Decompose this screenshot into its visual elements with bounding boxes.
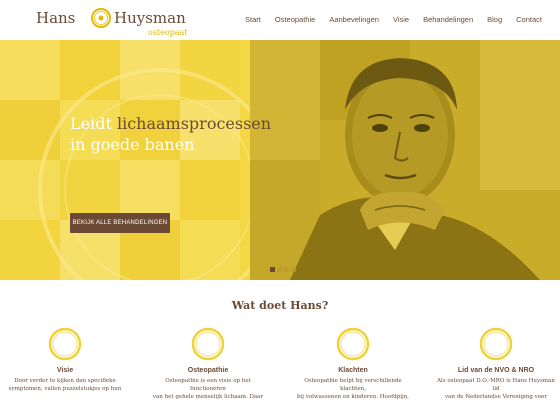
service-text: Door verder te kijken dan specifieke sym… [5,377,125,393]
service-text-line: Osteopathie is een visie op het function… [165,378,251,392]
service-text-line: Als osteopaat D.O.-MRO is Hans Huysman l… [437,378,555,392]
nav-item-osteopathie[interactable]: Osteopathie [275,15,315,24]
service-text-line: van het gehele menselijk lichaam. Daar [152,394,264,400]
logo-last-name: Huysman [114,9,186,27]
hero-headline-highlight: lichaamsprocessen [116,114,272,133]
logo-subtitle: osteopaat [148,28,188,37]
hero-headline-part1: Leidt [70,114,117,133]
nav-item-behandelingen[interactable]: Behandelingen [423,15,473,24]
service-text-line: Osteopathie helpt bij verschillende klac… [304,378,402,392]
hero-headline-line2: in goede banen [70,135,195,154]
service-text-line: symptomen, vallen puzzelstukjes op hun [8,386,122,392]
hero-portrait-photo [250,40,560,280]
service-title: Klachten [338,367,368,374]
slider-dot-4[interactable] [291,267,296,272]
hero-slider: Leidt lichaamsprocessen in goede banen B… [0,40,560,280]
services-columns: Visie Door verder te kijken dan specifie… [0,325,560,404]
service-text-line: bij volwassenen en kinderen. Hoofdpijn, [296,394,409,400]
service-text: Osteopathie is een visie op het function… [148,377,268,401]
nav-item-visie[interactable]: Visie [393,15,409,24]
service-text: Osteopathie helpt bij verschillende klac… [293,377,413,401]
circle-icon [191,327,225,361]
service-column-visie: Visie Door verder te kijken dan specifie… [5,325,125,393]
service-text: Als osteopaat D.O.-MRO is Hans Huysman l… [436,377,556,401]
slider-dot-2[interactable] [277,267,282,272]
site-header: Hans Huysman osteopaat Start Osteopathie… [0,0,560,40]
service-title: Lid van de NVO & NRO [457,367,535,374]
nav-item-contact[interactable]: Contact [516,15,542,24]
circle-icon [48,327,82,361]
service-column-osteopathie: Osteopathie Osteopathie is een visie op … [148,325,268,401]
nav-item-start[interactable]: Start [245,15,261,24]
nav-item-aanbevelingen[interactable]: Aanbevelingen [329,15,379,24]
page: Hans Huysman osteopaat Start Osteopathie… [0,0,560,404]
service-text-line: Door verder te kijken dan specifieke [14,378,116,384]
main-nav: Start Osteopathie Aanbevelingen Visie Be… [245,15,542,24]
circle-icon [336,327,370,361]
logo-first-name: Hans [36,9,76,27]
service-column-klachten: Klachten Osteopathie helpt bij verschill… [293,325,413,401]
service-text-line: van de Nederlandse Vereniging voor [445,394,547,400]
slider-dot-1[interactable] [270,267,275,272]
logo-circle-icon [91,8,111,28]
view-treatments-button[interactable]: BEKIJK ALLE BEHANDELINGEN [70,213,170,233]
circle-icon [479,327,513,361]
slider-dot-3[interactable] [284,267,289,272]
service-title: Osteopathie [187,367,229,374]
nav-item-blog[interactable]: Blog [487,15,502,24]
slider-pagination [270,267,296,272]
service-column-lid-nvo-nro: Lid van de NVO & NRO Als osteopaat D.O.-… [436,325,556,401]
section-title: Wat doet Hans? [231,299,329,312]
service-title: Visie [56,367,74,374]
hero-headline: Leidt lichaamsprocessen in goede banen [70,113,271,155]
